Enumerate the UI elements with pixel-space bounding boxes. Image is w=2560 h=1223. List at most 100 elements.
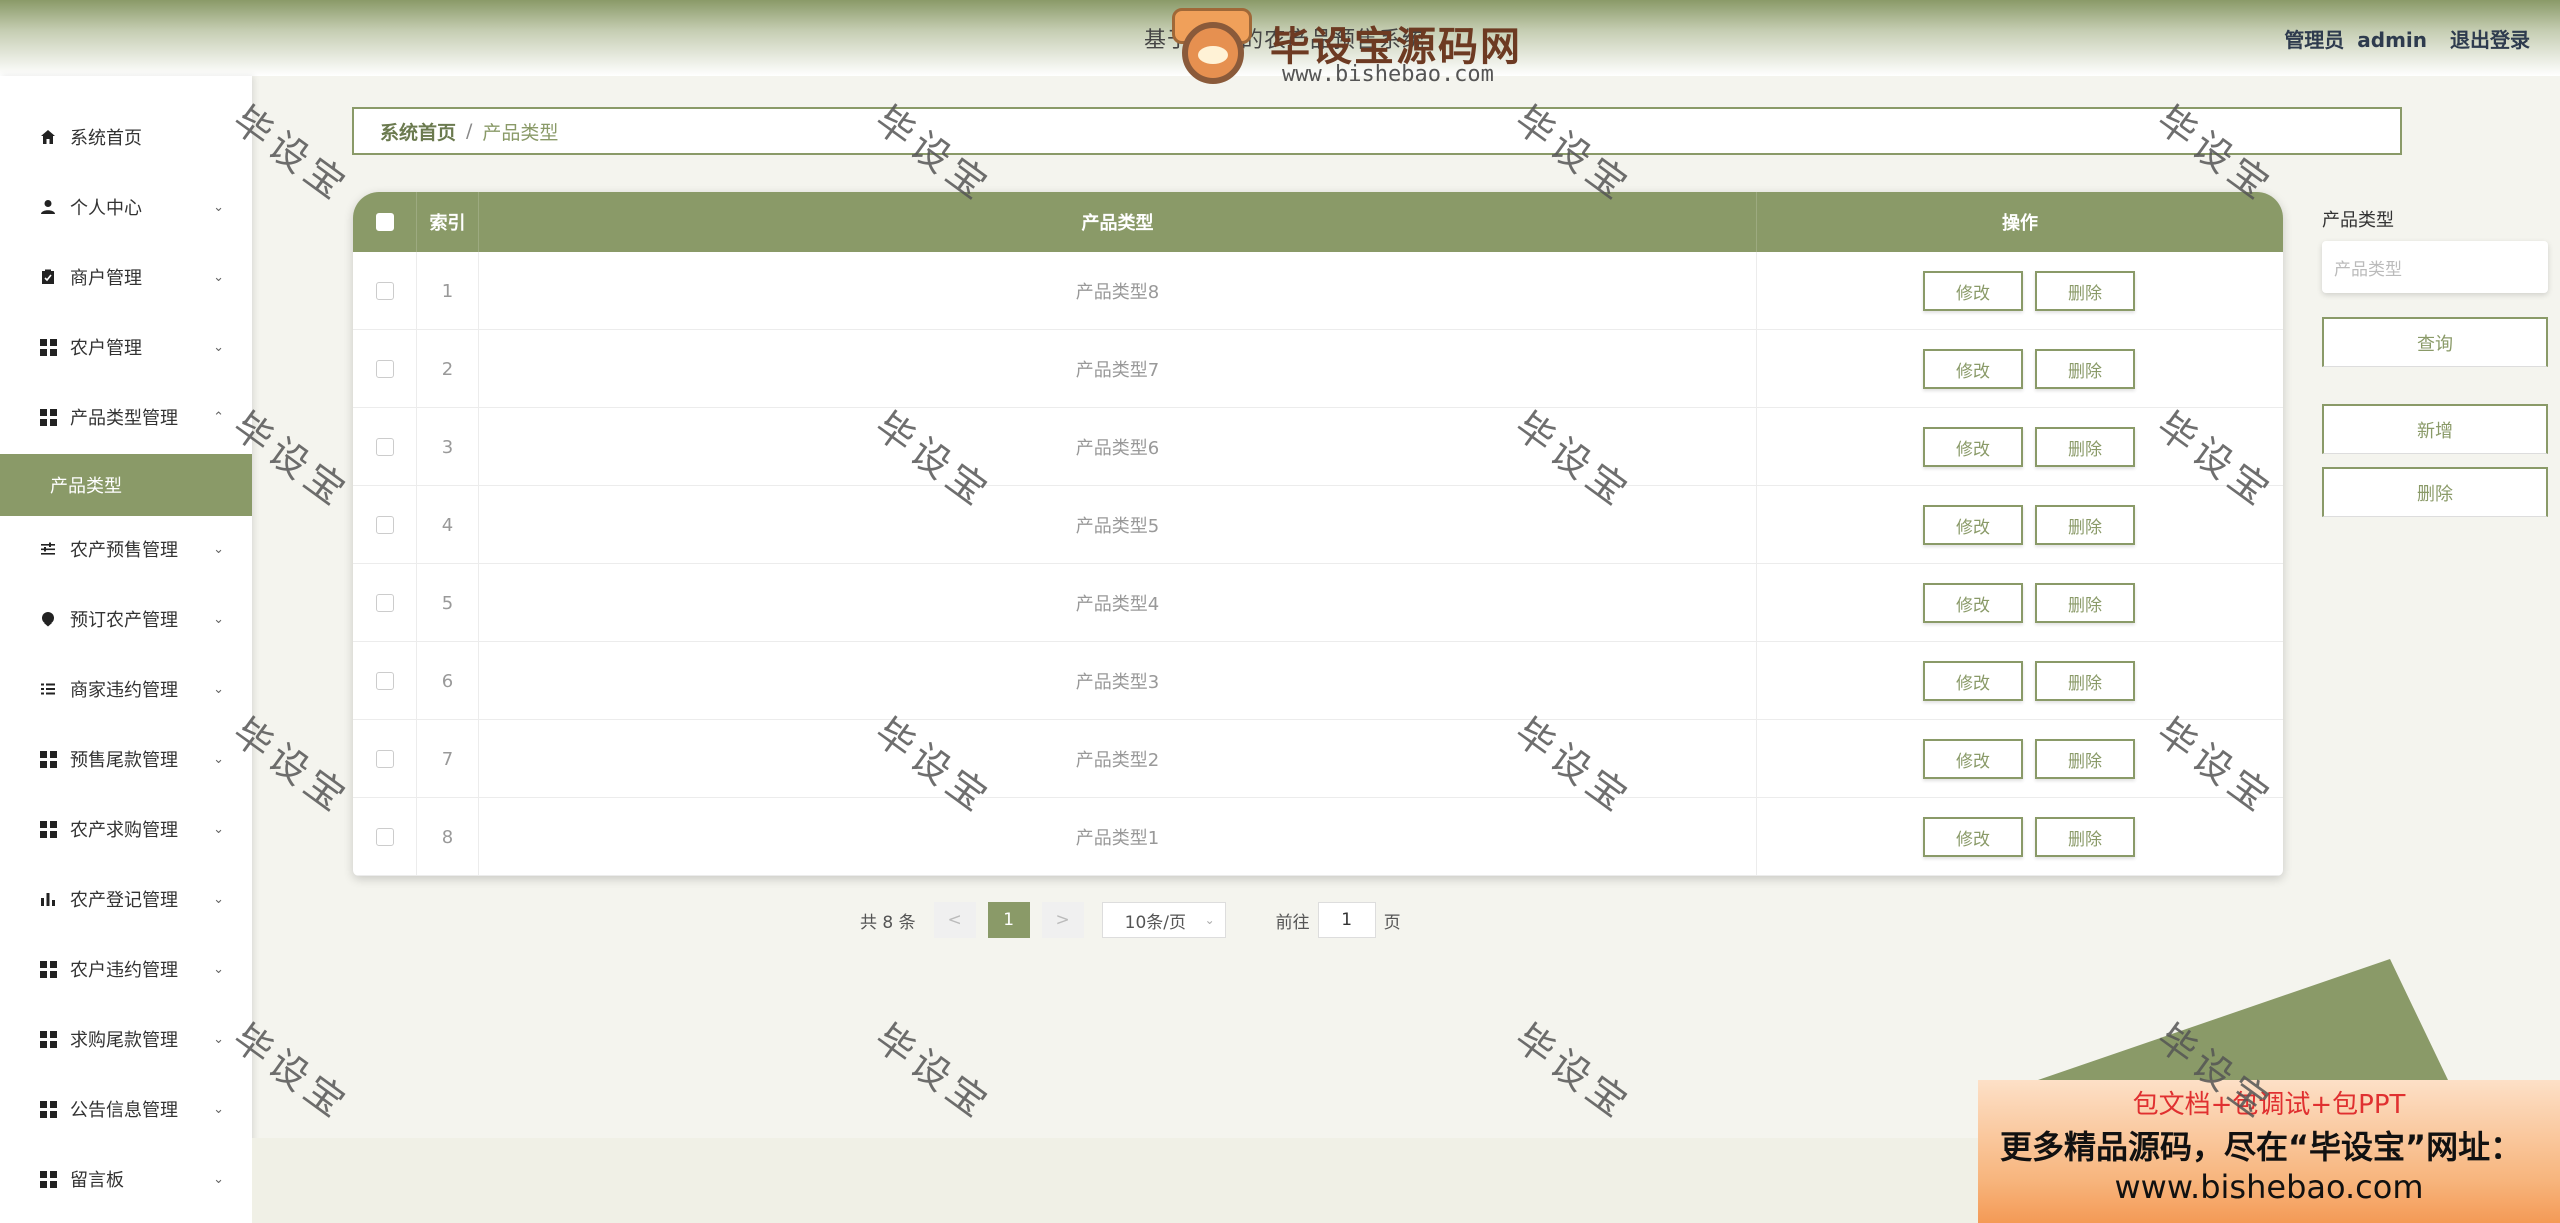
row-select-cell[interactable] [353, 564, 417, 642]
pager-goto-suffix: 页 [1383, 912, 1401, 933]
chevron-down-icon: ⌄ [213, 681, 224, 697]
row-type: 产品类型7 [479, 330, 1757, 408]
delete-button[interactable]: 删除 [2035, 583, 2135, 623]
row-type: 产品类型4 [479, 564, 1757, 642]
sidebar-subitem-product-type[interactable]: 产品类型 [0, 454, 252, 516]
delete-button[interactable]: 删除 [2035, 427, 2135, 467]
row-select-cell[interactable] [353, 720, 417, 798]
select-all-checkbox[interactable] [375, 213, 394, 231]
table-header: 索引 产品类型 操作 [353, 192, 2283, 252]
sliders-icon [38, 539, 58, 559]
sidebar-item-registration[interactable]: 农产登记管理 ⌄ [0, 864, 252, 934]
chevron-down-icon: ⌄ [1204, 913, 1215, 927]
edit-button[interactable]: 修改 [1923, 583, 2023, 623]
sidebar-item-farmer[interactable]: 农户管理 ⌄ [0, 312, 252, 382]
row-select-cell[interactable] [353, 330, 417, 408]
sidebar-item-booking[interactable]: 预订农产管理 ⌄ [0, 584, 252, 654]
grid-icon [38, 1169, 58, 1189]
row-index: 1 [417, 252, 479, 330]
row-checkbox[interactable] [375, 594, 394, 612]
delete-button[interactable]: 删除 [2035, 739, 2135, 779]
row-index: 3 [417, 408, 479, 486]
sidebar-item-product-type[interactable]: 产品类型管理 ⌃ [0, 382, 252, 452]
header-actions: 操作 [2002, 213, 2038, 234]
pagination: 共 8 条 < 1 > 10条/页 ⌄ 前往 1 页 [860, 900, 1401, 940]
row-checkbox[interactable] [375, 360, 394, 378]
row-index: 5 [417, 564, 479, 642]
sidebar-item-home[interactable]: 系统首页 [0, 102, 252, 172]
row-checkbox[interactable] [375, 438, 394, 456]
header-select-all[interactable] [353, 192, 417, 252]
username: admin [2357, 28, 2428, 52]
row-checkbox[interactable] [375, 516, 394, 534]
row-actions: 修改 删除 [1757, 798, 2283, 876]
table-row: 6 产品类型3 修改 删除 [353, 642, 2283, 720]
chevron-down-icon: ⌄ [213, 339, 224, 355]
breadcrumb-home[interactable]: 系统首页 [380, 118, 456, 145]
row-select-cell[interactable] [353, 642, 417, 720]
logout-link[interactable]: 退出登录 [2450, 28, 2530, 52]
chevron-down-icon: ⌄ [213, 1101, 224, 1117]
sidebar-item-merchant[interactable]: 商户管理 ⌄ [0, 242, 252, 312]
row-index: 8 [417, 798, 479, 876]
edit-button[interactable]: 修改 [1923, 661, 2023, 701]
delete-button[interactable]: 删除 [2035, 817, 2135, 857]
row-select-cell[interactable] [353, 252, 417, 330]
delete-button[interactable]: 删除 [2035, 505, 2135, 545]
sidebar-item-presale[interactable]: 农产预售管理 ⌄ [0, 514, 252, 584]
chevron-down-icon: ⌄ [213, 751, 224, 767]
chevron-down-icon: ⌄ [213, 961, 224, 977]
row-select-cell[interactable] [353, 408, 417, 486]
batch-delete-button[interactable]: 删除 [2322, 467, 2548, 517]
chevron-down-icon: ⌄ [213, 1171, 224, 1187]
row-index: 2 [417, 330, 479, 408]
table-row: 7 产品类型2 修改 删除 [353, 720, 2283, 798]
edit-button[interactable]: 修改 [1923, 817, 2023, 857]
grid-icon [38, 819, 58, 839]
sidebar-item-merchant-breach[interactable]: 商家违约管理 ⌄ [0, 654, 252, 724]
pager-goto-input[interactable]: 1 [1317, 902, 1376, 938]
sidebar-item-purchase-balance[interactable]: 求购尾款管理 ⌄ [0, 1004, 252, 1074]
edit-button[interactable]: 修改 [1923, 739, 2023, 779]
sidebar: 系统首页 个人中心 ⌄ 商户管理 ⌄ 农户管理 ⌄ 产品类型管理 ⌃ 产品类型 … [0, 76, 252, 1223]
sidebar-item-messages[interactable]: 留言板 ⌄ [0, 1144, 252, 1214]
row-checkbox[interactable] [375, 750, 394, 768]
breadcrumb-current: 产品类型 [482, 121, 559, 144]
row-checkbox[interactable] [375, 828, 394, 846]
sidebar-item-presale-balance[interactable]: 预售尾款管理 ⌄ [0, 724, 252, 794]
search-input[interactable]: 产品类型 [2322, 241, 2548, 293]
query-button[interactable]: 查询 [2322, 317, 2548, 367]
breadcrumb-separator: / [466, 120, 473, 142]
add-button[interactable]: 新增 [2322, 404, 2548, 454]
row-actions: 修改 删除 [1757, 252, 2283, 330]
header-type: 产品类型 [479, 192, 1757, 252]
breadcrumb: 系统首页 / 产品类型 [352, 107, 2402, 155]
pager-size-select[interactable]: 10条/页 ⌄ [1101, 902, 1226, 938]
row-select-cell[interactable] [353, 486, 417, 564]
delete-button[interactable]: 删除 [2035, 349, 2135, 389]
edit-button[interactable]: 修改 [1923, 505, 2023, 545]
sidebar-item-purchase-request[interactable]: 农产求购管理 ⌄ [0, 794, 252, 864]
pager-next-button[interactable]: > [1041, 902, 1084, 938]
delete-button[interactable]: 删除 [2035, 661, 2135, 701]
edit-button[interactable]: 修改 [1923, 271, 2023, 311]
sidebar-item-notice[interactable]: 公告信息管理 ⌄ [0, 1074, 252, 1144]
edit-button[interactable]: 修改 [1923, 427, 2023, 467]
row-select-cell[interactable] [353, 798, 417, 876]
row-checkbox[interactable] [375, 672, 394, 690]
grid-icon [38, 749, 58, 769]
pager-prev-button[interactable]: < [933, 902, 976, 938]
sidebar-item-farmer-breach[interactable]: 农户违约管理 ⌄ [0, 934, 252, 1004]
chevron-down-icon: ⌄ [213, 611, 224, 627]
edit-button[interactable]: 修改 [1923, 349, 2023, 389]
search-label: 产品类型 [2322, 210, 2394, 231]
row-checkbox[interactable] [375, 282, 394, 300]
row-actions: 修改 删除 [1757, 330, 2283, 408]
row-type: 产品类型8 [479, 252, 1757, 330]
table-row: 1 产品类型8 修改 删除 [353, 252, 2283, 330]
chevron-down-icon: ⌄ [213, 269, 224, 285]
delete-button[interactable]: 删除 [2035, 271, 2135, 311]
sidebar-item-profile[interactable]: 个人中心 ⌄ [0, 172, 252, 242]
table-row: 3 产品类型6 修改 删除 [353, 408, 2283, 486]
pager-page-1[interactable]: 1 [987, 902, 1030, 938]
